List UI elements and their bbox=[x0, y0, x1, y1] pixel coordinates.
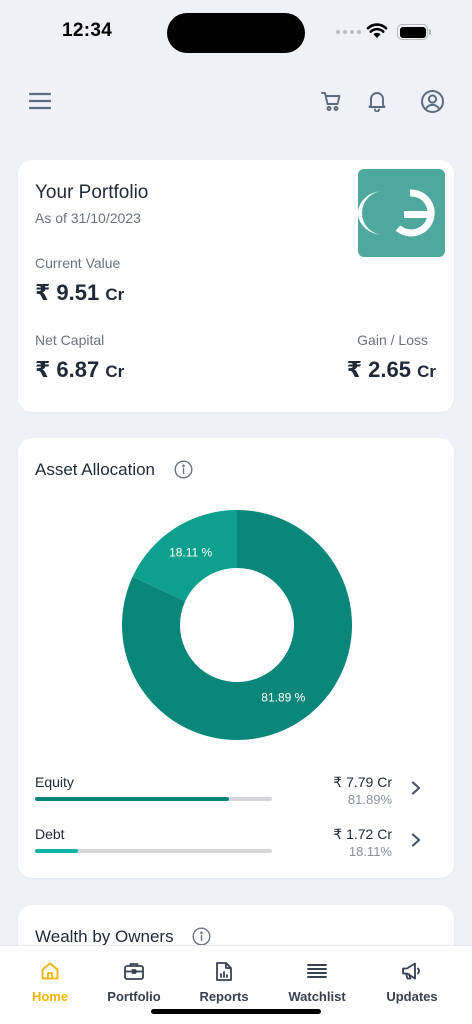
asset-allocation-donut-chart: 81.89 % 18.11 % bbox=[121, 510, 352, 740]
allocation-bar-fill bbox=[35, 797, 230, 801]
gain-loss: ₹ 2.65 Cr bbox=[347, 357, 436, 383]
net-capital-label: Net Capital bbox=[35, 332, 105, 348]
gain-loss-label: Gain / Loss bbox=[357, 332, 428, 348]
tab-label: Watchlist bbox=[288, 989, 346, 1004]
home-icon bbox=[40, 960, 60, 982]
battery-icon bbox=[397, 24, 428, 40]
bell-icon[interactable] bbox=[364, 88, 390, 114]
status-bar: 12:34 bbox=[0, 0, 472, 62]
tab-label: Home bbox=[31, 989, 69, 1004]
info-icon[interactable] bbox=[191, 926, 211, 946]
battery-nub bbox=[429, 29, 431, 35]
tab-portfolio[interactable]: Portfolio bbox=[87, 946, 181, 1006]
current-value-amount: ₹ 9.51 bbox=[35, 280, 100, 305]
cellular-signal-icon bbox=[336, 30, 361, 34]
tab-watchlist[interactable]: Watchlist bbox=[270, 946, 364, 1006]
tab-reports[interactable]: Reports bbox=[177, 946, 271, 1006]
brand-logo bbox=[358, 169, 445, 257]
briefcase-icon bbox=[123, 960, 145, 982]
net-capital-unit: Cr bbox=[105, 362, 125, 381]
donut-label-equity: 81.89 % bbox=[261, 690, 305, 704]
allocation-row-amount: ₹ 1.72 Cr bbox=[333, 826, 392, 842]
allocation-row-amount: ₹ 7.79 Cr bbox=[333, 774, 392, 790]
portfolio-card[interactable]: Your Portfolio As of 31/10/2023 Current … bbox=[18, 160, 454, 412]
gain-loss-amount: ₹ 2.65 bbox=[346, 357, 411, 382]
allocation-row-label: Equity bbox=[35, 774, 74, 790]
net-capital: ₹ 6.87 Cr bbox=[35, 357, 124, 383]
allocation-row-percent: 18.11% bbox=[348, 844, 392, 859]
megaphone-icon bbox=[401, 960, 423, 982]
gain-loss-unit: Cr bbox=[417, 362, 436, 381]
tab-label: Updates bbox=[386, 989, 438, 1004]
tab-label: Reports bbox=[199, 989, 249, 1004]
net-capital-amount: ₹ 6.87 bbox=[35, 357, 100, 382]
tab-home[interactable]: Home bbox=[3, 946, 97, 1006]
donut-label-debt: 18.11 % bbox=[169, 546, 212, 560]
menu-icon[interactable] bbox=[26, 88, 54, 114]
asset-allocation-card: Asset Allocation 81.89 % 18.11 % Equity ₹… bbox=[18, 438, 454, 878]
portfolio-as-of: As of 31/10/2023 bbox=[35, 210, 141, 226]
tab-label: Portfolio bbox=[107, 989, 161, 1004]
cart-icon[interactable] bbox=[318, 88, 344, 114]
wealth-by-owners-title: Wealth by Owners bbox=[35, 927, 174, 946]
profile-icon[interactable] bbox=[418, 87, 446, 115]
home-indicator bbox=[151, 1009, 321, 1014]
report-icon bbox=[215, 960, 233, 982]
current-value-unit: Cr bbox=[105, 285, 125, 304]
dynamic-island bbox=[167, 13, 305, 53]
chevron-right-icon[interactable] bbox=[409, 780, 423, 796]
allocation-bar-fill bbox=[35, 849, 78, 853]
tab-updates[interactable]: Updates bbox=[365, 946, 459, 1006]
list-icon bbox=[307, 960, 327, 982]
current-value-label: Current Value bbox=[35, 255, 121, 271]
allocation-row-label: Debt bbox=[35, 826, 65, 842]
chevron-right-icon[interactable] bbox=[409, 832, 423, 848]
info-icon[interactable] bbox=[173, 459, 193, 479]
wifi-icon bbox=[366, 23, 388, 38]
status-time: 12:34 bbox=[62, 20, 113, 41]
portfolio-title: Your Portfolio bbox=[35, 182, 149, 203]
allocation-row-percent: 81.89% bbox=[347, 792, 392, 807]
asset-allocation-title: Asset Allocation bbox=[35, 460, 156, 479]
current-value: ₹ 9.51 Cr bbox=[35, 280, 124, 306]
